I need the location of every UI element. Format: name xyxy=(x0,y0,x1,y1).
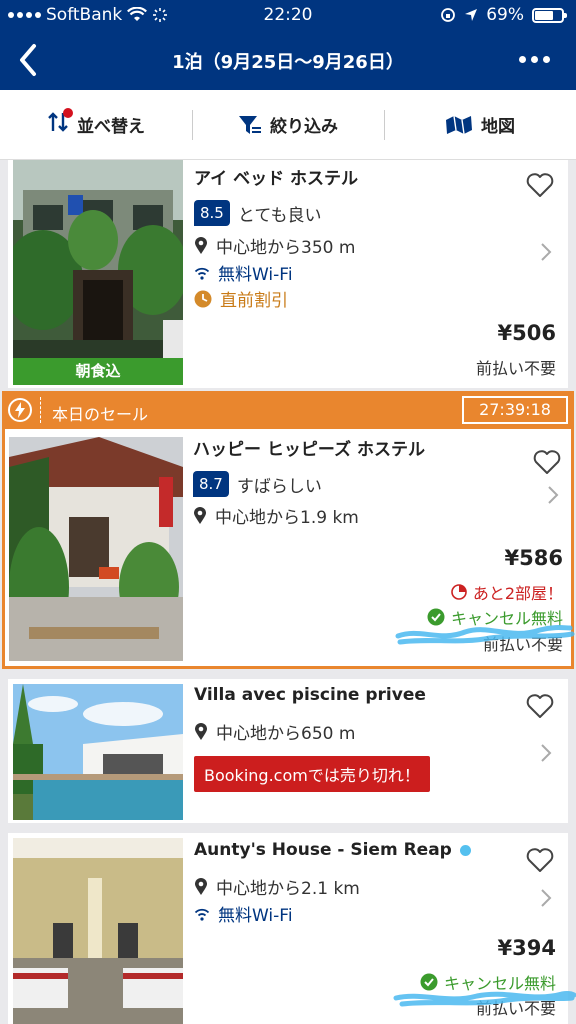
battery-icon xyxy=(532,7,567,23)
location-pin-icon xyxy=(195,877,207,895)
sort-icon xyxy=(47,108,73,138)
free-cancel-text: キャンセル無料 xyxy=(443,974,556,993)
wifi-icon xyxy=(194,267,210,280)
distance-row: 中心地から1.9 km xyxy=(193,503,359,528)
sale-countdown-timer: 27:39:18 xyxy=(462,396,568,424)
favorite-heart-icon[interactable] xyxy=(526,693,554,719)
property-photo: 朝食込 xyxy=(13,160,183,385)
review-score-badge: 8.5 xyxy=(194,200,230,226)
nav-bar: 1泊（9月25日〜9月26日） xyxy=(0,30,576,90)
sold-out-badge: Booking.comでは売り切れ！ xyxy=(194,756,430,792)
pie-clock-icon xyxy=(451,584,467,600)
review-score-text: すばらしい xyxy=(236,476,322,497)
page-title: 1泊（9月25日〜9月26日） xyxy=(172,52,404,73)
review-score-text: とても良い xyxy=(237,205,322,226)
wifi-row: 無料Wi-Fi xyxy=(194,260,293,285)
property-name-row: Aunty's House - Siem Reap xyxy=(194,840,471,860)
property-card[interactable]: ハッピー ヒッピーズ ホステル 8.7 すばらしい 中心地から1.9 km ¥5… xyxy=(5,429,571,666)
list-toolbar: 並べ替え 絞り込み 地図 xyxy=(0,90,576,160)
wifi-text: 無料Wi-Fi xyxy=(218,265,293,285)
last-minute-deal-icon xyxy=(194,290,212,307)
prepay-text: 前払い不要 xyxy=(475,999,556,1018)
property-name: Villa avec piscine privee xyxy=(194,685,426,705)
free-cancel-text: キャンセル無料 xyxy=(450,609,563,628)
chevron-right-icon[interactable] xyxy=(547,485,559,505)
map-button[interactable]: 地図 xyxy=(384,90,576,159)
distance-text: 中心地から1.9 km xyxy=(215,508,359,528)
location-pin-icon xyxy=(195,722,207,740)
map-icon xyxy=(446,115,472,134)
check-circle-icon xyxy=(420,973,438,991)
filter-label: 絞り込み xyxy=(270,117,338,137)
prepay-text: 前払い不要 xyxy=(482,635,563,654)
price: ¥394 xyxy=(497,936,556,960)
property-photo xyxy=(9,437,183,661)
sort-button[interactable]: 並べ替え xyxy=(0,90,192,159)
property-card[interactable]: 朝食込 アイ ベッド ホステル 8.5 とても良い 中心地から350 m 無料W… xyxy=(8,160,568,388)
free-cancel-row: キャンセル無料 xyxy=(420,970,556,994)
distance-text: 中心地から2.1 km xyxy=(216,879,360,899)
price: ¥506 xyxy=(497,321,556,345)
sale-label: 本日のセール xyxy=(52,405,149,424)
property-card[interactable]: Villa avec piscine privee 中心地から650 m Boo… xyxy=(8,679,568,823)
prepay-text: 前払い不要 xyxy=(475,359,556,378)
daily-sale-box: 本日のセール 27:39:18 ハッピー ヒッピーズ ホステル 8.7 すばらし… xyxy=(2,391,574,669)
favorite-heart-icon[interactable] xyxy=(526,847,554,873)
favorite-heart-icon[interactable] xyxy=(533,449,561,475)
distance-row: 中心地から650 m xyxy=(194,719,355,744)
distance-text: 中心地から650 m xyxy=(216,724,356,744)
location-icon xyxy=(465,9,478,21)
price: ¥586 xyxy=(504,546,563,570)
review-score-badge: 8.7 xyxy=(193,471,229,497)
distance-row: 中心地から2.1 km xyxy=(194,874,360,899)
battery-percent: 69% xyxy=(486,5,524,25)
wifi-icon xyxy=(194,908,210,921)
wifi-text: 無料Wi-Fi xyxy=(218,906,293,926)
property-name: ハッピー ヒッピーズ ホステル xyxy=(193,440,425,460)
breakfast-badge: 朝食込 xyxy=(13,358,183,385)
map-label: 地図 xyxy=(481,117,515,137)
status-right: 69% xyxy=(440,5,567,25)
property-photo xyxy=(13,684,183,820)
sale-divider xyxy=(40,397,41,423)
check-circle-icon xyxy=(427,608,445,626)
location-pin-icon xyxy=(194,506,206,524)
more-options-icon[interactable] xyxy=(519,56,550,63)
free-cancel-row: キャンセル無料 xyxy=(427,605,563,629)
chevron-right-icon[interactable] xyxy=(540,743,552,763)
property-name: アイ ベッド ホステル xyxy=(194,169,358,189)
rooms-left-row: あと2部屋！ xyxy=(451,580,563,604)
property-name: Aunty's House - Siem Reap xyxy=(194,840,452,860)
status-bar: SoftBank 22:20 69% xyxy=(0,0,576,30)
property-photo xyxy=(13,838,183,1024)
review-score-row: 8.7 すばらしい xyxy=(193,471,322,497)
chevron-right-icon[interactable] xyxy=(540,888,552,908)
new-dot xyxy=(459,844,471,856)
distance-text: 中心地から350 m xyxy=(216,238,356,258)
property-card[interactable]: Aunty's House - Siem Reap 中心地から2.1 km 無料… xyxy=(8,833,568,1024)
chevron-right-icon[interactable] xyxy=(540,242,552,262)
sort-label: 並べ替え xyxy=(77,117,145,137)
rotation-lock-icon xyxy=(441,8,456,22)
location-pin-icon xyxy=(195,236,207,254)
wifi-row: 無料Wi-Fi xyxy=(194,901,293,926)
filter-icon xyxy=(239,115,261,134)
sort-indicator-dot xyxy=(63,108,73,118)
filter-button[interactable]: 絞り込み xyxy=(192,90,384,159)
review-score-row: 8.5 とても良い xyxy=(194,200,322,226)
deal-text: 直前割引 xyxy=(220,291,288,311)
distance-row: 中心地から350 m xyxy=(194,233,355,258)
lightning-icon xyxy=(8,398,32,422)
favorite-heart-icon[interactable] xyxy=(526,172,554,198)
rooms-left-text: あと2部屋！ xyxy=(472,584,563,603)
deal-row: 直前割引 xyxy=(194,286,288,311)
